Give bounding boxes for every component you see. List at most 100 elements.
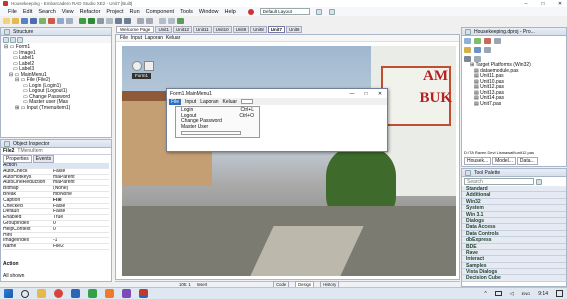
tab-unit7[interactable]: Unit7 [267, 26, 285, 33]
menu-designer-maximize[interactable]: □ [359, 91, 373, 97]
image-component-icon[interactable] [132, 61, 142, 71]
back-icon[interactable] [159, 17, 166, 24]
notification-icon[interactable] [556, 290, 563, 297]
layout-save-icon[interactable] [315, 8, 322, 15]
menu-view[interactable]: View [62, 9, 74, 15]
layout-gear-icon[interactable] [328, 8, 335, 15]
form-toolbar-icons [132, 61, 154, 71]
menu-tools[interactable]: Tools [180, 9, 193, 15]
file-explorer-icon[interactable] [37, 289, 46, 298]
pause-icon[interactable] [97, 17, 104, 24]
menu-designer-new-slot[interactable] [241, 99, 253, 104]
unit-icon[interactable] [66, 17, 73, 24]
app-icon-red[interactable] [54, 289, 63, 298]
search-icon[interactable] [21, 289, 29, 298]
add-file-icon[interactable] [39, 17, 46, 24]
app-icon-blue[interactable] [71, 289, 80, 298]
step-over-icon[interactable] [115, 17, 122, 24]
tab-housekeeping[interactable]: Housek... [464, 157, 492, 165]
project-activate-icon[interactable] [464, 37, 471, 44]
tab-events[interactable]: Events [32, 154, 55, 163]
minimize-button[interactable]: – [519, 1, 533, 7]
structure-icon [4, 28, 10, 35]
maximize-button[interactable]: □ [536, 1, 550, 7]
close-button[interactable]: ✕ [553, 1, 567, 7]
menu-component[interactable]: Component [146, 9, 174, 15]
tab-unit1[interactable]: Unit1 [155, 26, 172, 33]
run-icon[interactable] [79, 17, 86, 24]
structure-delete-icon[interactable] [17, 36, 23, 43]
locale-indicator[interactable]: ENG [522, 291, 531, 296]
menu-project[interactable]: Project [106, 9, 123, 15]
trace-into-icon[interactable] [124, 17, 131, 24]
tab-unit11[interactable]: Unit11 [192, 26, 212, 33]
forward-icon[interactable] [168, 17, 175, 24]
save-icon[interactable] [21, 17, 28, 24]
menu-designer-keluar[interactable]: Keluar [223, 99, 237, 105]
tree-item-input[interactable]: ⊞ ▭ Input (Tmenuitem1) [1, 105, 111, 112]
app-icon-purple[interactable] [122, 289, 131, 298]
project-sync-icon[interactable] [464, 46, 471, 53]
volume-icon[interactable]: ◁ [510, 291, 514, 297]
size-icon[interactable] [146, 17, 153, 24]
menu-help[interactable]: Help [224, 9, 235, 15]
palette-search-input[interactable]: Search [464, 178, 534, 185]
project-expand-icon[interactable] [484, 46, 491, 53]
tab-welcome-page[interactable]: Welcome Page [116, 26, 155, 33]
stop-icon[interactable] [106, 17, 113, 24]
app-icon-green[interactable] [88, 289, 97, 298]
form-icon[interactable] [57, 17, 64, 24]
menu-edit[interactable]: Edit [23, 9, 32, 15]
tab-unit12[interactable]: Unit12 [172, 26, 192, 33]
menu-file[interactable]: File [8, 9, 17, 15]
tab-properties[interactable]: Properties [3, 154, 32, 163]
project-tree: ⊞ Target Platforms (Win32) ▤ dataemodule… [462, 62, 566, 108]
menu-designer-close[interactable]: ✕ [373, 91, 387, 97]
menu-search[interactable]: Search [38, 9, 55, 15]
tab-unit10[interactable]: Unit10 [212, 26, 232, 33]
property-row[interactable]: Name File2 [3, 244, 109, 250]
new-icon[interactable] [3, 17, 10, 24]
tab-model[interactable]: Model... [492, 157, 516, 165]
network-icon[interactable] [494, 291, 502, 296]
project-new-icon[interactable] [474, 37, 481, 44]
tab-data[interactable]: Data... [516, 157, 538, 165]
menu-designer-laporan[interactable]: Laporan [200, 99, 218, 105]
run-without-debug-icon[interactable] [88, 17, 95, 24]
clock[interactable]: 9:14 [538, 291, 548, 297]
project-settings-icon[interactable] [464, 55, 471, 62]
app-icon-orange[interactable] [105, 289, 114, 298]
align-icon[interactable] [137, 17, 144, 24]
open-icon[interactable] [12, 17, 19, 24]
palette-filter-icon[interactable] [536, 178, 542, 185]
menu-designer-input[interactable]: Input [185, 99, 196, 105]
tab-unit8[interactable]: Unit8 [250, 26, 267, 33]
menu-run[interactable]: Run [130, 9, 140, 15]
layout-combo[interactable]: Default Layout [259, 8, 310, 15]
menu-refactor[interactable]: Refactor [80, 9, 101, 15]
tab-unit6[interactable]: Unit6 [285, 26, 303, 33]
rad-studio-icon[interactable] [139, 289, 148, 298]
structure-down-icon[interactable] [10, 36, 16, 43]
menu-window[interactable]: Window [199, 9, 219, 15]
project-sort-icon[interactable] [474, 46, 481, 53]
start-button[interactable] [4, 289, 13, 298]
save-all-icon[interactable] [30, 17, 37, 24]
designer-form-menubar[interactable]: File Input Laporan Keluar [116, 35, 459, 42]
tray-up-arrow-icon[interactable]: ^ [484, 291, 486, 297]
menu-designer-file[interactable]: File [169, 98, 182, 105]
mainmenu-component-icon[interactable] [144, 61, 154, 71]
tab-unit9[interactable]: Unit9 [232, 26, 250, 33]
project-item-unit7[interactable]: ▤ Unit7.pas [466, 101, 566, 108]
menuitem-new-slot[interactable] [176, 130, 259, 136]
remove-file-icon[interactable] [48, 17, 55, 24]
palette-category-decision-cube[interactable]: Decision Cube [462, 275, 566, 282]
project-remove-icon[interactable] [484, 37, 491, 44]
help-icon[interactable] [177, 17, 184, 24]
signboard-text-2: BUK [419, 90, 452, 106]
project-options-icon[interactable] [494, 37, 501, 44]
structure-up-icon[interactable] [3, 36, 9, 43]
project-dropdown-icon[interactable] [474, 55, 481, 62]
editor-tabs: Welcome Page Unit1 Unit12 Unit11 Unit10 … [116, 26, 458, 33]
menu-designer-minimize[interactable]: — [345, 91, 359, 97]
